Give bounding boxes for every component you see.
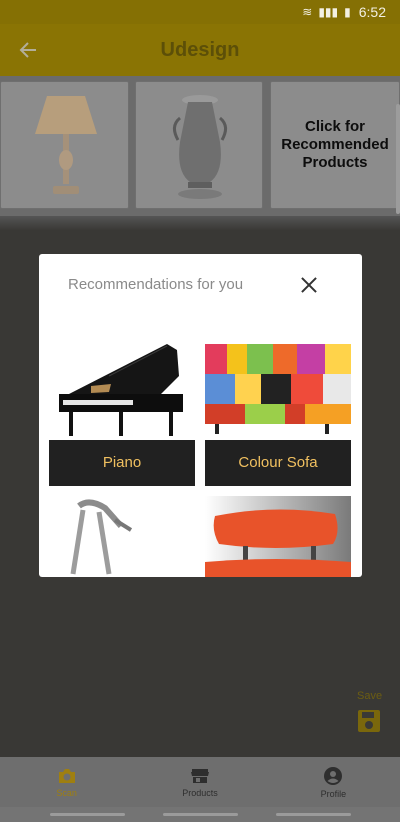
status-time: 6:52 <box>358 4 386 20</box>
product-strip: Click for Recommended Products <box>0 76 400 216</box>
nav-label-scan: Scan <box>56 787 77 798</box>
piano-image <box>59 344 183 436</box>
gesture-segment-left <box>50 813 125 816</box>
product-tile-vase[interactable] <box>135 81 263 209</box>
bottom-navigation: Scan Products Profile <box>0 757 400 807</box>
lamp-image <box>35 96 97 194</box>
recommendation-caption-colour-sofa: Colour Sofa <box>205 440 351 486</box>
strip-shadow <box>0 216 400 230</box>
save-label: Save <box>357 690 383 702</box>
app-bar: Udesign <box>0 24 400 76</box>
vase-image <box>173 95 227 199</box>
metal-stand-image <box>70 499 133 575</box>
close-icon[interactable] <box>298 274 320 296</box>
recommendation-card-4[interactable] <box>205 496 351 577</box>
nav-item-scan[interactable]: Scan <box>0 757 133 807</box>
wifi-icon: ≋ <box>302 5 313 19</box>
nav-label-profile: Profile <box>320 788 347 799</box>
dialog-header: Recommendations for you <box>39 254 362 316</box>
recommendation-card-colour-sofa[interactable]: Colour Sofa <box>205 336 351 486</box>
product-tile-lamp[interactable] <box>0 81 129 209</box>
recommendations-dialog: Recommendations for you Piano Colour Sof… <box>39 254 362 577</box>
app-title: Udesign <box>160 38 240 61</box>
camera-icon <box>58 768 75 783</box>
signal-icon: ▮▮▮ <box>318 5 339 19</box>
recommendation-caption-piano: Piano <box>49 440 195 486</box>
gesture-segment-right <box>276 813 351 816</box>
system-gesture-bar <box>0 807 400 822</box>
back-arrow-icon[interactable] <box>14 36 42 64</box>
save-icon[interactable] <box>356 708 382 734</box>
orange-chair-image <box>205 496 351 577</box>
recommended-products-tile[interactable]: Click for Recommended Products <box>270 81 400 209</box>
battery-icon: ▮ <box>344 5 351 19</box>
dialog-title: Recommendations for you <box>68 276 244 293</box>
nav-item-profile[interactable]: Profile <box>267 757 400 807</box>
nav-label-products: Products <box>182 787 218 798</box>
recommendation-card-3[interactable] <box>49 496 195 577</box>
scrollbar[interactable] <box>396 104 400 214</box>
status-bar: ≋ ▮▮▮ ▮ 6:52 <box>0 0 400 24</box>
store-icon <box>190 768 209 783</box>
recommendation-card-piano[interactable]: Piano <box>49 336 195 486</box>
colour-sofa-image <box>205 344 351 434</box>
gesture-segment-center[interactable] <box>163 813 238 816</box>
nav-item-products[interactable]: Products <box>133 757 266 807</box>
recommended-products-label: Click for Recommended Products <box>281 118 389 171</box>
account-circle-icon <box>324 766 343 785</box>
status-icons: ≋ ▮▮▮ ▮ <box>302 5 350 19</box>
